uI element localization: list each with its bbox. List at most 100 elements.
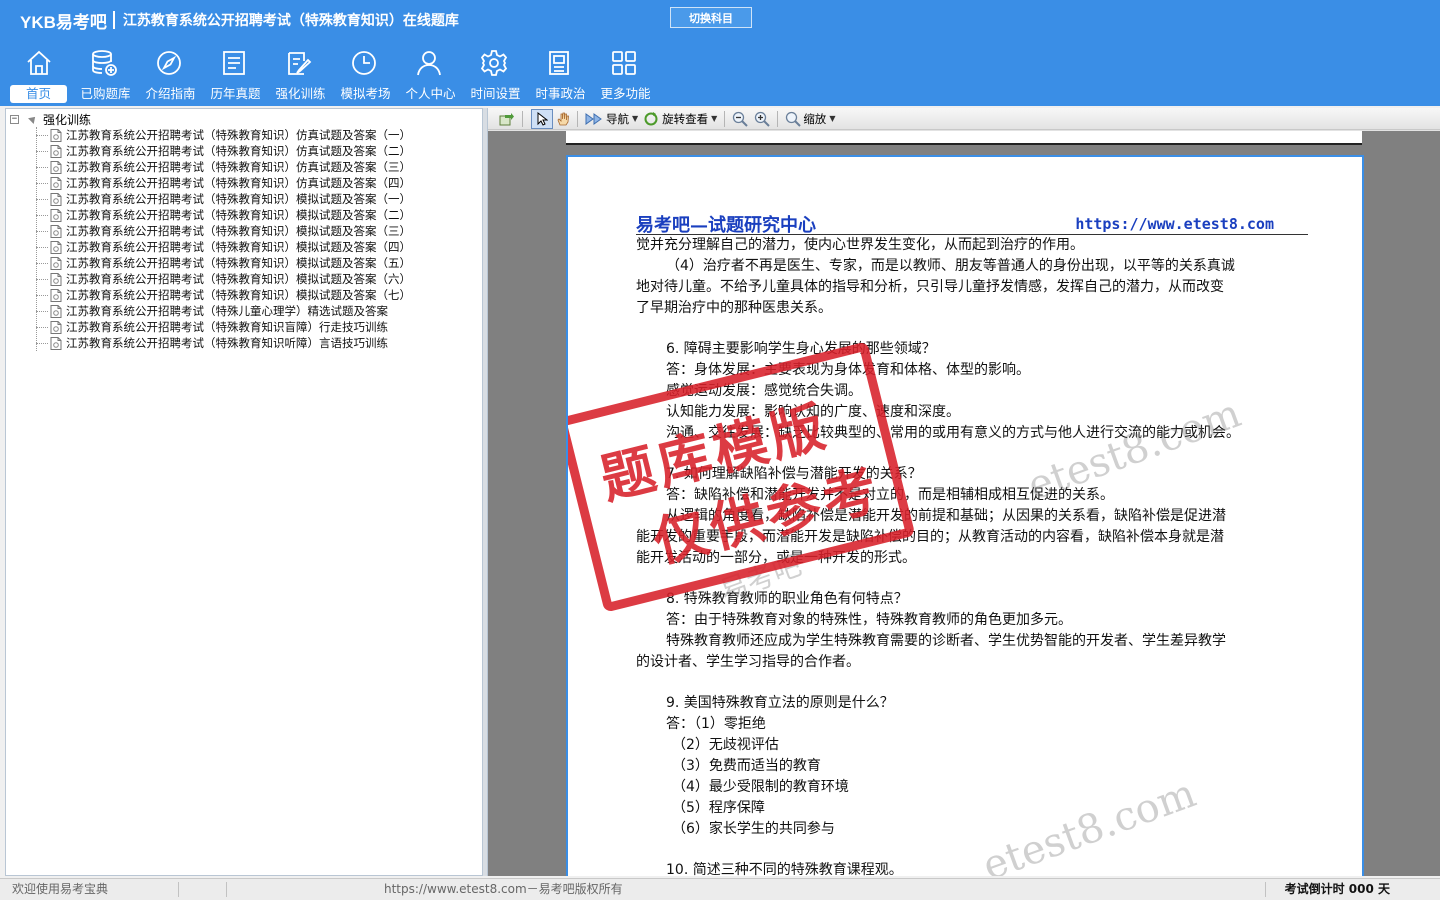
navigation-menu[interactable]: 导航 ▼ — [582, 109, 641, 129]
nav-guide[interactable]: 介绍指南 — [138, 44, 203, 104]
tree-item[interactable]: 江苏教育系统公开招聘考试（特殊教育知识）模拟试题及答案（六） — [36, 271, 411, 287]
tree-connector — [36, 198, 48, 200]
tree-item[interactable]: 江苏教育系统公开招聘考试（特殊教育知识）模拟试题及答案（五） — [36, 255, 411, 271]
tree-item-label: 江苏教育系统公开招聘考试（特殊教育知识）仿真试题及答案（三） — [66, 160, 411, 174]
tree-item[interactable]: 江苏教育系统公开招聘考试（特殊教育知识听障）言语技巧训练 — [36, 335, 388, 351]
document-icon — [50, 160, 62, 174]
document-icon — [50, 304, 62, 318]
rotate-icon — [644, 111, 658, 125]
tree-connector — [36, 278, 48, 280]
document-icon — [50, 208, 62, 222]
title-divider — [112, 11, 115, 29]
tree-item[interactable]: 江苏教育系统公开招聘考试（特殊教育知识）模拟试题及答案（三） — [36, 223, 411, 239]
tree-connector — [36, 294, 48, 296]
doc-question: 9. 美国特殊教育立法的原则是什么？ — [666, 695, 894, 711]
tree-item[interactable]: 江苏教育系统公开招聘考试（特殊儿童心理学）精选试题及答案 — [36, 303, 388, 319]
hand-icon — [557, 112, 569, 125]
dropdown-arrow-icon: ▼ — [711, 114, 718, 123]
hand-tool-button[interactable] — [553, 109, 573, 129]
export-button[interactable] — [496, 109, 518, 129]
app-title: 江苏教育系统公开招聘考试（特殊教育知识）在线题库 — [122, 13, 459, 29]
sample-stamp: 题库模版 仅供参考 — [568, 341, 916, 613]
zoom-out-button[interactable] — [729, 109, 751, 129]
tree-item[interactable]: 江苏教育系统公开招聘考试（特殊教育知识）仿真试题及答案（四） — [36, 175, 411, 191]
status-divider — [178, 882, 179, 897]
nav-training-label: 强化训练 — [275, 86, 326, 101]
zoom-label: 缩放 — [803, 111, 827, 126]
page-header: 易考吧—试题研究中心 https://www.etest8.com — [636, 211, 1308, 236]
collapse-icon[interactable]: − — [10, 114, 19, 124]
tree-connector — [36, 342, 48, 344]
tree-connector — [36, 246, 48, 248]
tree-connector — [36, 134, 48, 136]
doc-line: （3）免费而适当的教育 — [672, 758, 821, 774]
status-divider — [226, 882, 227, 897]
document-viewer: 导航 ▼ 旋转查看 ▼ 缩放 ▼ 易考吧—试题研究中心 https://www.… — [487, 108, 1440, 876]
document-icon — [50, 224, 62, 238]
document-icon — [50, 288, 62, 302]
nav-current-affairs[interactable]: 时事政治 — [528, 44, 593, 104]
tree-connector — [36, 182, 48, 184]
nav-purchased-banks[interactable]: 已购题库 — [73, 44, 138, 104]
nav-time-settings-label: 时间设置 — [470, 86, 521, 101]
document-icon — [50, 240, 62, 254]
document-icon — [50, 176, 62, 190]
tree-item-label: 江苏教育系统公开招聘考试（特殊教育知识）模拟试题及答案（二） — [66, 208, 411, 222]
document-icon — [50, 320, 62, 334]
list-icon — [223, 51, 245, 75]
doc-line: （4）治疗者不再是医生、专家，而是以教师、朋友等普通人的身份出现，以平等的关系真… — [666, 258, 1235, 274]
document-page: 易考吧—试题研究中心 https://www.etest8.com 觉并充分理解… — [566, 155, 1364, 876]
main-nav: 首页 已购题库 介绍指南 历年真题 强化训练 模拟考场 个人中心 时间设置 时事… — [8, 44, 658, 104]
select-tool-button[interactable] — [531, 108, 553, 129]
gear-icon — [480, 50, 508, 76]
user-icon — [417, 51, 441, 76]
nav-guide-label: 介绍指南 — [145, 86, 196, 101]
document-canvas[interactable]: 易考吧—试题研究中心 https://www.etest8.com 觉并充分理解… — [488, 131, 1440, 876]
nav-home[interactable]: 首页 — [8, 44, 73, 104]
database-icon — [92, 50, 117, 76]
tree-item-label: 江苏教育系统公开招聘考试（特殊教育知识）模拟试题及答案（一） — [66, 192, 411, 206]
tree-connector — [36, 310, 48, 312]
nav-training[interactable]: 强化训练 — [268, 44, 333, 104]
tree-item[interactable]: 江苏教育系统公开招聘考试（特殊教育知识）仿真试题及答案（三） — [36, 159, 411, 175]
zoom-in-button[interactable] — [751, 109, 773, 129]
doc-line: 地对待儿童。不给予儿童具体的指导和分析，只引导儿童抒发情感，发挥自己的潜力，从而… — [636, 279, 1224, 295]
nav-profile[interactable]: 个人中心 — [398, 44, 463, 104]
tree-root[interactable]: − 强化训练 — [10, 111, 91, 127]
tree-item[interactable]: 江苏教育系统公开招聘考试（特殊教育知识）模拟试题及答案（四） — [36, 239, 411, 255]
doc-line: 觉并充分理解自己的潜力，使内心世界发生变化，从而起到治疗的作用。 — [636, 237, 1084, 253]
rotate-menu[interactable]: 旋转查看 ▼ — [641, 109, 720, 129]
tree-item[interactable]: 江苏教育系统公开招聘考试（特殊教育知识）仿真试题及答案（二） — [36, 143, 411, 159]
rotate-label: 旋转查看 — [662, 111, 709, 126]
toolbar-separator — [522, 110, 523, 127]
doc-line: （4）最少受限制的教育环境 — [672, 779, 849, 795]
app-logo: YKB易考吧 — [20, 12, 107, 32]
tree-connector — [36, 230, 48, 232]
nav-current-affairs-label: 时事政治 — [535, 86, 586, 101]
zoom-out-icon — [733, 111, 749, 127]
tree-item[interactable]: 江苏教育系统公开招聘考试（特殊教育知识）模拟试题及答案（一） — [36, 191, 411, 207]
news-icon — [549, 51, 569, 75]
tree-item[interactable]: 江苏教育系统公开招聘考试（特殊教育知识）模拟试题及答案（二） — [36, 207, 411, 223]
doc-line: 了早期治疗中的那种医患关系。 — [636, 300, 832, 316]
document-icon — [50, 272, 62, 286]
switch-subject-button[interactable]: 切换科目 — [670, 7, 752, 28]
tree-connector — [36, 326, 48, 328]
tree-connector — [36, 166, 48, 168]
tree-item-label: 江苏教育系统公开招聘考试（特殊教育知识）模拟试题及答案（三） — [66, 224, 411, 238]
tree-item[interactable]: 江苏教育系统公开招聘考试（特殊教育知识盲障）行走技巧训练 — [36, 319, 388, 335]
tree-item-label: 江苏教育系统公开招聘考试（特殊教育知识）模拟试题及答案（七） — [66, 288, 411, 302]
status-divider — [1265, 882, 1266, 897]
nav-time-settings[interactable]: 时间设置 — [463, 44, 528, 104]
tree-item[interactable]: 江苏教育系统公开招聘考试（特殊教育知识）模拟试题及答案（七） — [36, 287, 411, 303]
nav-past-exams[interactable]: 历年真题 — [203, 44, 268, 104]
tree-item[interactable]: 江苏教育系统公开招聘考试（特殊教育知识）仿真试题及答案（一） — [36, 127, 411, 143]
nav-more[interactable]: 更多功能 — [593, 44, 658, 104]
grid-icon — [612, 51, 636, 75]
toolbar-separator — [577, 110, 578, 127]
nav-mock-exam[interactable]: 模拟考场 — [333, 44, 398, 104]
zoom-menu[interactable]: 缩放 ▼ — [782, 109, 838, 129]
tree-item-label: 江苏教育系统公开招聘考试（特殊教育知识）模拟试题及答案（六） — [66, 272, 411, 286]
doc-line: 的设计者、学生学习指导的合作者。 — [636, 654, 860, 670]
zoom-in-icon — [755, 111, 771, 127]
